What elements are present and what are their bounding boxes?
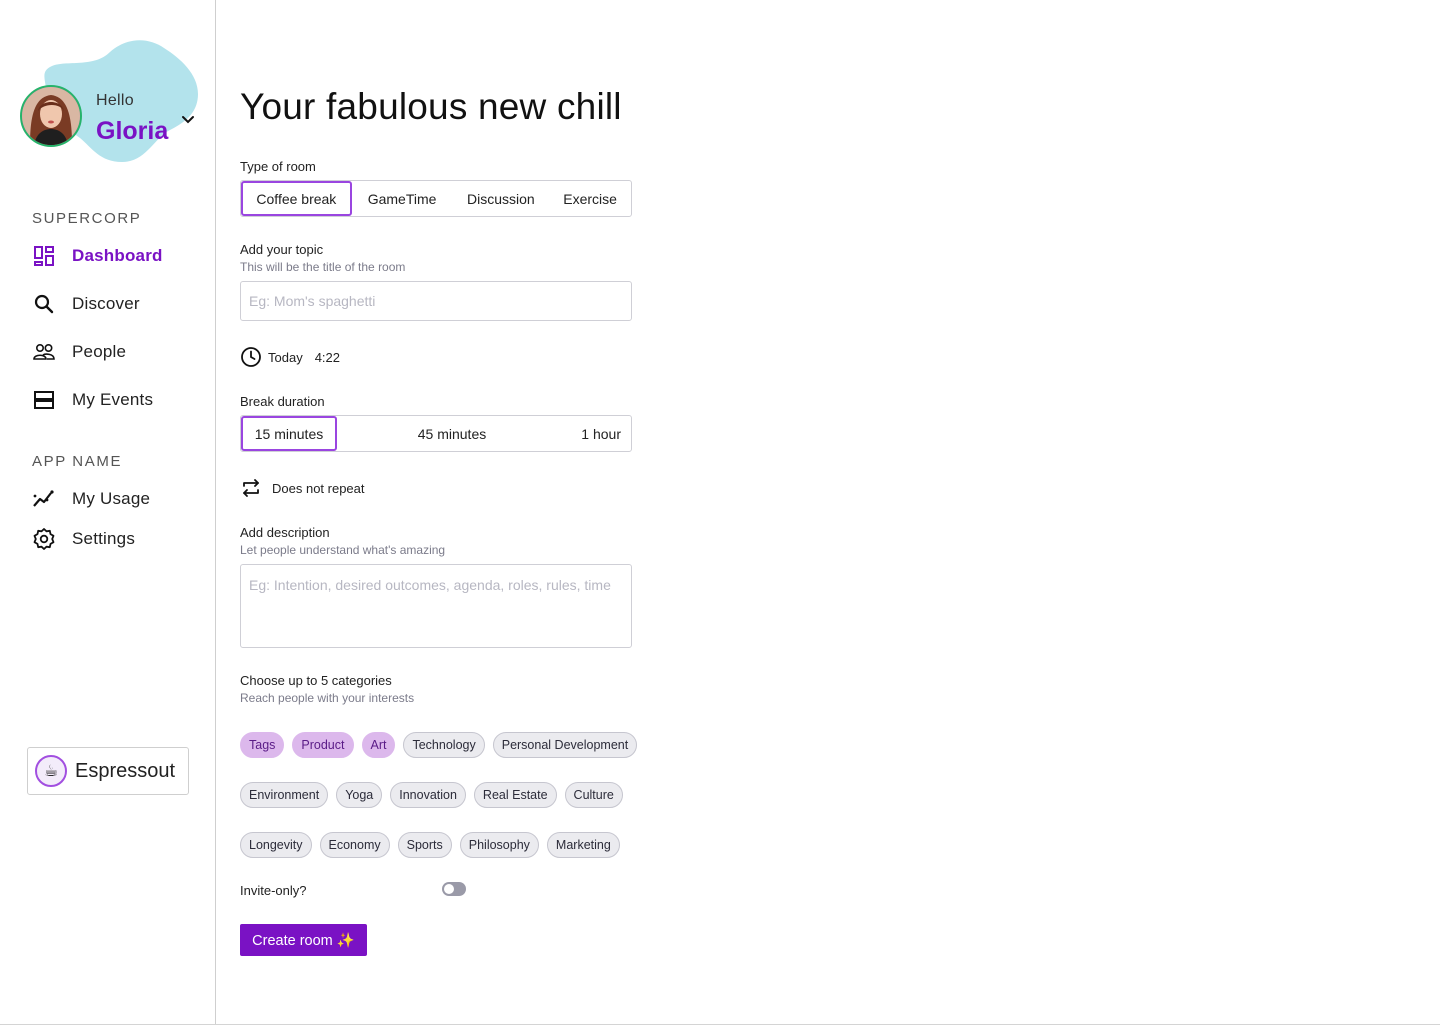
category-chip-product[interactable]: Product <box>292 732 354 758</box>
invite-only-label: Invite-only? <box>240 883 307 898</box>
sidebar-item-label: Dashboard <box>72 246 163 265</box>
duration-option-1-hour[interactable]: 1 hour <box>567 416 631 451</box>
sidebar-item-my-usage[interactable]: My Usage <box>32 484 202 514</box>
category-chip-marketing[interactable]: Marketing <box>546 832 620 858</box>
sidebar-item-discover[interactable]: Discover <box>32 289 202 319</box>
events-icon <box>34 391 54 409</box>
category-chip-real-estate[interactable]: Real Estate <box>473 782 557 808</box>
create-room-button[interactable]: Create room ✨ <box>240 924 367 956</box>
description-label: Add description <box>240 525 330 540</box>
user-name: Gloria <box>96 117 169 145</box>
settings-icon <box>33 528 55 550</box>
categories-row-3: Longevity Economy Sports Philosophy Mark… <box>240 832 620 858</box>
categories-label: Choose up to 5 categories <box>240 673 392 688</box>
category-chip-tags[interactable]: Tags <box>240 732 285 758</box>
usage-icon <box>33 490 54 507</box>
schedule-picker[interactable]: Today 4:22 <box>240 346 340 368</box>
category-chip-personal-development[interactable]: Personal Development <box>492 732 638 758</box>
category-chip-longevity[interactable]: Longevity <box>240 832 312 858</box>
room-type-label: Type of room <box>240 159 316 174</box>
org-name: Espressout <box>75 759 176 782</box>
app-section-label: APP NAME <box>32 453 123 470</box>
category-chip-philosophy[interactable]: Philosophy <box>459 832 539 858</box>
category-chip-economy[interactable]: Economy <box>319 832 390 858</box>
dashboard-icon <box>34 246 54 266</box>
category-chip-environment[interactable]: Environment <box>240 782 329 808</box>
sidebar-item-label: Discover <box>72 294 140 313</box>
sidebar-item-settings[interactable]: Settings <box>32 524 202 554</box>
sidebar-item-label: Settings <box>72 529 136 548</box>
sidebar: Hello Gloria SUPERCORP Dashboard Discove… <box>0 0 216 1024</box>
category-chip-technology[interactable]: Technology <box>403 732 485 758</box>
duration-option-45-minutes[interactable]: 45 minutes <box>337 416 567 451</box>
room-type-option-exercise[interactable]: Exercise <box>549 181 631 216</box>
avatar <box>20 85 82 147</box>
toggle-knob <box>444 884 454 894</box>
sidebar-item-label: My Usage <box>72 489 151 508</box>
people-icon <box>33 344 55 360</box>
topic-hint: This will be the title of the room <box>240 260 406 274</box>
org-switcher-button[interactable]: ☕ Espressout <box>27 747 189 795</box>
chevron-down-icon[interactable] <box>180 112 196 128</box>
repeat-text: Does not repeat <box>272 480 365 496</box>
categories-row-1: Tags Product Art Technology Personal Dev… <box>240 732 638 758</box>
topic-input[interactable] <box>240 281 632 321</box>
schedule-time: 4:22 <box>314 349 341 365</box>
repeat-picker[interactable]: Does not repeat <box>240 477 365 499</box>
duration-label: Break duration <box>240 394 325 409</box>
user-profile[interactable]: Hello Gloria <box>20 38 205 168</box>
sidebar-item-people[interactable]: People <box>32 337 202 367</box>
description-textarea[interactable] <box>240 564 632 648</box>
sidebar-item-my-events[interactable]: My Events <box>32 385 202 415</box>
categories-row-2: Environment Yoga Innovation Real Estate … <box>240 782 623 808</box>
clock-icon <box>241 347 261 367</box>
sidebar-item-label: My Events <box>72 390 154 409</box>
sidebar-item-dashboard[interactable]: Dashboard <box>32 241 202 271</box>
coffee-icon: ☕ <box>35 755 67 787</box>
invite-only-toggle[interactable] <box>442 882 466 896</box>
duration-selector: 15 minutes 45 minutes 1 hour <box>240 415 632 452</box>
room-type-option-discussion[interactable]: Discussion <box>452 181 549 216</box>
repeat-icon <box>243 479 259 497</box>
page-title: Your fabulous new chill <box>240 86 622 127</box>
description-hint: Let people understand what's amazing <box>240 543 446 557</box>
category-chip-innovation[interactable]: Innovation <box>390 782 466 808</box>
org-section-label: SUPERCORP <box>32 210 142 227</box>
categories-hint: Reach people with your interests <box>240 691 415 705</box>
room-type-selector: Coffee break GameTime Discussion Exercis… <box>240 180 632 217</box>
category-chip-yoga[interactable]: Yoga <box>336 782 383 808</box>
room-type-option-gametime[interactable]: GameTime <box>352 181 453 216</box>
category-chip-sports[interactable]: Sports <box>397 832 452 858</box>
duration-option-15-minutes[interactable]: 15 minutes <box>241 416 337 451</box>
greeting-text: Hello <box>96 92 134 109</box>
topic-label: Add your topic <box>240 242 324 257</box>
room-type-option-coffee-break[interactable]: Coffee break <box>241 181 352 216</box>
category-chip-culture[interactable]: Culture <box>564 782 623 808</box>
schedule-day: Today <box>268 349 303 365</box>
search-icon <box>34 294 54 314</box>
sidebar-item-label: People <box>72 342 127 361</box>
category-chip-art[interactable]: Art <box>361 732 396 758</box>
